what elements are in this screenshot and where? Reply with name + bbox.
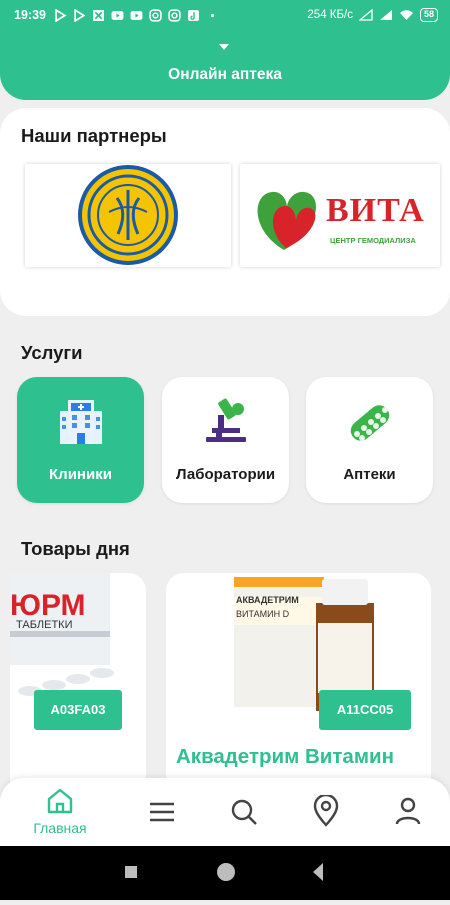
package-text: АКВАДЕТРИМ <box>236 595 299 605</box>
signal-icon <box>358 9 373 21</box>
nav-home[interactable]: Главная <box>15 778 105 846</box>
service-label: Аптеки <box>343 466 396 483</box>
product-card[interactable]: ЮРМ ТАБЛЕТКИ A03FA03 <box>10 573 146 793</box>
nav-home-label: Главная <box>33 820 87 836</box>
nav-profile[interactable] <box>363 778 450 846</box>
nav-search[interactable] <box>199 778 289 846</box>
ministry-logo <box>78 165 178 265</box>
partners-section: Наши партнеры ВИТА ЦЕНТР ГЕМОДИАЛИЗА <box>0 108 450 316</box>
system-nav-buttons <box>125 863 323 881</box>
product-name: Аквадетрим Витамин <box>176 745 394 768</box>
android-navigation-bar <box>0 846 450 900</box>
package-subtext: ВИТАМИН D <box>236 609 290 619</box>
more-dots-icon <box>210 13 215 17</box>
status-right: 254 КБ/с 58 <box>307 8 438 22</box>
status-time: 19:39 <box>14 8 46 22</box>
pills-icon <box>350 405 389 441</box>
image-icon <box>93 9 104 21</box>
vita-logo-subtext: ЦЕНТР ГЕМОДИАЛИЗА <box>330 236 416 245</box>
signal-icon <box>379 10 392 20</box>
bottom-navigation: Главная <box>0 778 450 846</box>
menu-icon <box>150 802 174 822</box>
instagram-icon <box>168 8 181 22</box>
network-speed: 254 КБ/с <box>307 9 353 21</box>
location-icon <box>313 795 339 827</box>
atc-code-badge: A11CC05 <box>319 690 411 730</box>
wifi-icon <box>399 10 413 20</box>
nav-location[interactable] <box>281 778 371 846</box>
nav-menu[interactable] <box>117 778 207 846</box>
service-pharmacies[interactable]: Аптеки <box>306 377 433 503</box>
product-card[interactable]: АКВАДЕТРИМ ВИТАМИН D A11CC05 Аквадетрим … <box>166 573 431 793</box>
status-bar: 19:39 254 КБ/с 58 <box>0 0 450 30</box>
microscope-icon <box>205 398 246 442</box>
youtube-icon <box>130 10 143 20</box>
notification-icons <box>54 8 219 22</box>
hospital-icon <box>59 400 102 444</box>
vita-logo-text: ВИТА <box>326 192 425 229</box>
battery-indicator: 58 <box>419 8 438 22</box>
play-store-icon <box>55 8 67 22</box>
service-label: Лаборатории <box>175 466 276 483</box>
play-store-icon <box>74 8 86 22</box>
chevron-down-icon[interactable] <box>219 44 229 50</box>
home-icon <box>47 788 73 814</box>
service-clinics[interactable]: Клиники <box>17 377 144 503</box>
youtube-icon <box>111 10 124 20</box>
header-title[interactable]: Онлайн аптека <box>0 66 450 84</box>
package-text: ЮРМ <box>10 589 86 622</box>
partner-ministry[interactable] <box>25 164 231 267</box>
search-icon <box>231 799 257 825</box>
instagram-icon <box>149 8 162 22</box>
atc-code-badge: A03FA03 <box>34 690 122 730</box>
partner-vita[interactable]: ВИТА ЦЕНТР ГЕМОДИАЛИЗА <box>240 164 440 267</box>
service-label: Клиники <box>49 466 112 483</box>
service-laboratories[interactable]: Лаборатории <box>162 377 289 503</box>
back-button[interactable] <box>313 863 323 881</box>
services-title: Услуги <box>21 342 83 363</box>
products-title: Товары дня <box>21 538 130 559</box>
recents-button[interactable] <box>125 866 137 878</box>
profile-icon <box>395 797 421 825</box>
package-subtext: ТАБЛЕТКИ <box>16 619 73 631</box>
tiktok-icon <box>188 9 199 21</box>
partners-title: Наши партнеры <box>21 125 167 146</box>
home-button[interactable] <box>217 863 235 881</box>
